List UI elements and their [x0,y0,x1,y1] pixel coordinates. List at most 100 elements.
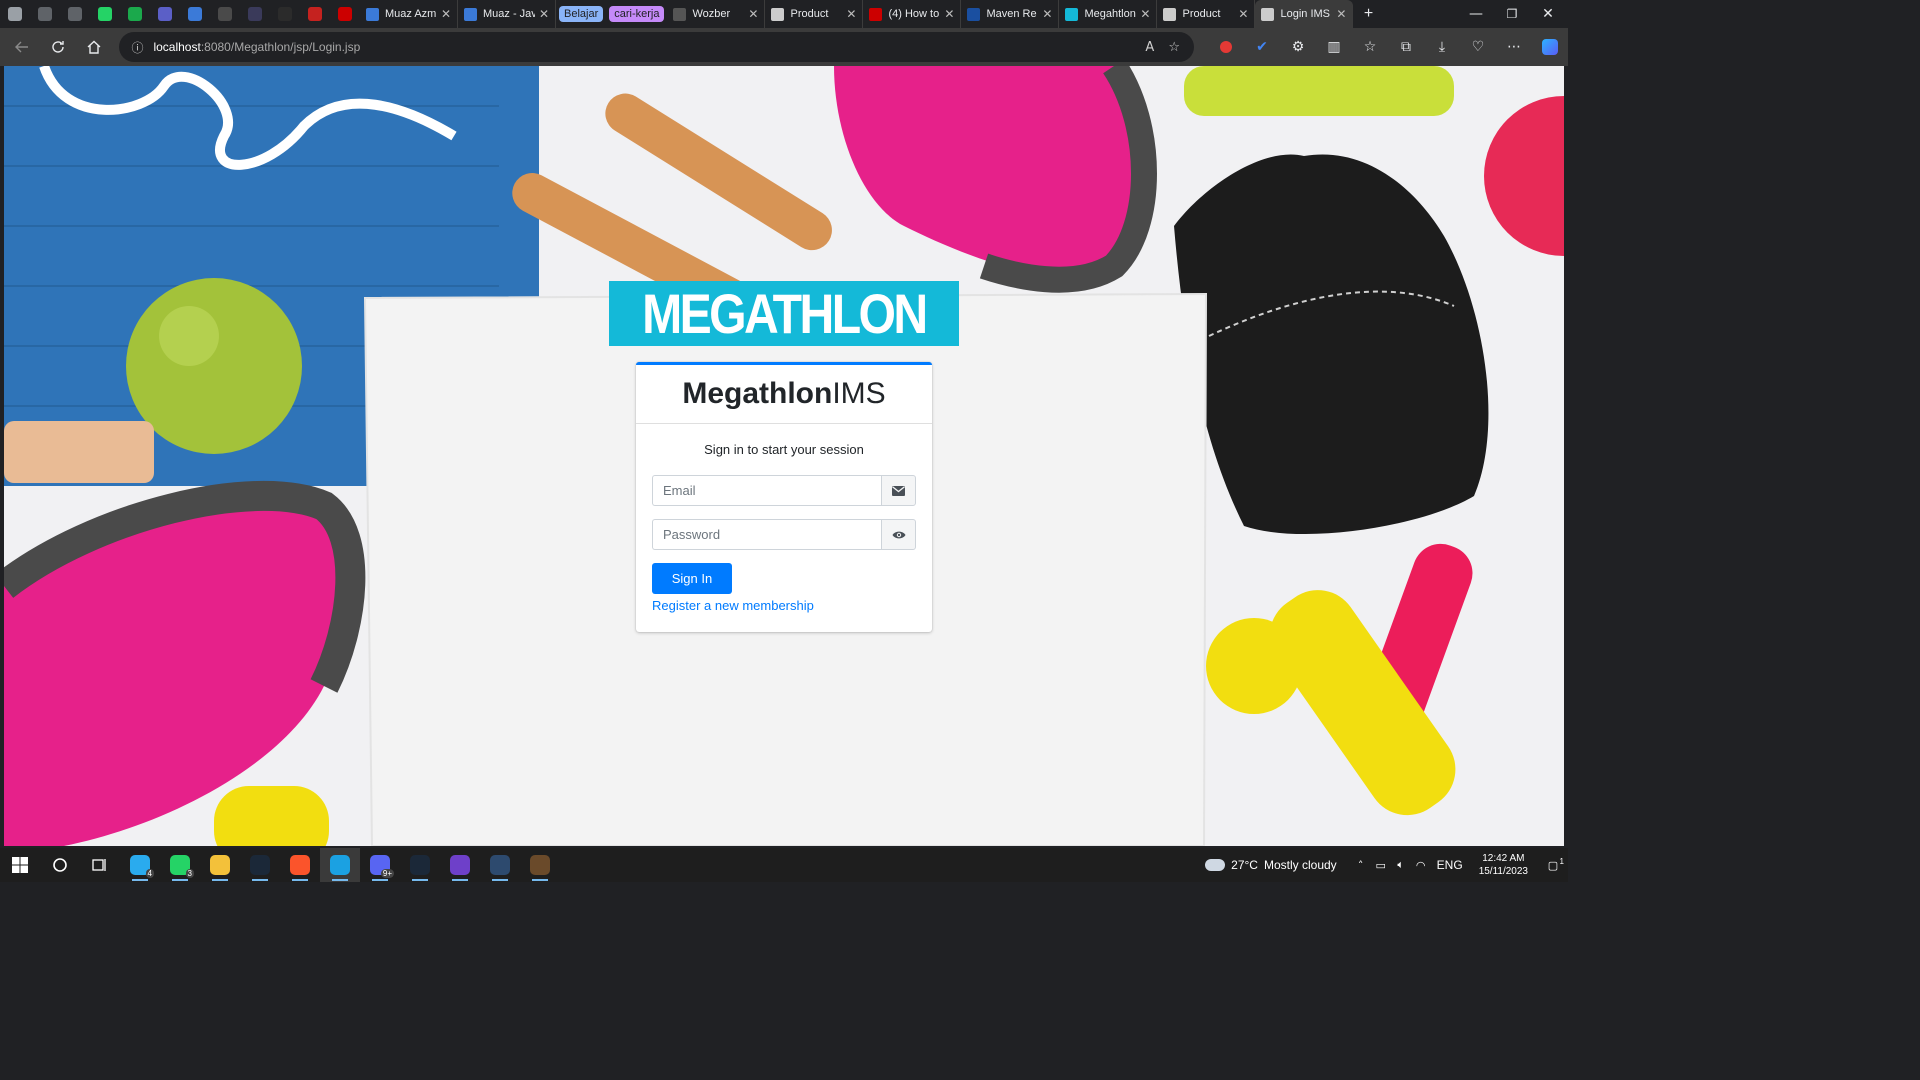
pinned-tab[interactable] [120,0,150,28]
tab-login-ims[interactable]: Login IMS ✕ [1255,0,1354,28]
browser-tab[interactable]: Product ✕ [1157,0,1256,28]
browser-tab[interactable]: Muaz Azm ✕ [360,0,458,28]
tab-label: Wozber [692,8,731,20]
tab-label: Muaz Azm [385,8,437,20]
close-tab-icon[interactable]: ✕ [1042,7,1052,21]
favorites-icon[interactable]: ☆ [1352,31,1388,63]
more-menu-icon[interactable]: ⋯ [1496,31,1532,63]
site-info-icon[interactable]: ⓘ [131,39,143,56]
close-tab-icon[interactable]: ✕ [748,7,758,21]
pinned-tab[interactable] [330,0,360,28]
minimize-button[interactable]: — [1456,0,1496,28]
sign-in-button[interactable]: Sign In [652,563,732,594]
close-tab-icon[interactable]: ✕ [944,7,954,21]
taskbar-app-button[interactable] [280,848,320,882]
pinned-tab[interactable] [150,0,180,28]
browser-tab[interactable]: Muaz - Jav ✕ [458,0,556,28]
whatsapp-icon [98,7,112,21]
copilot-icon[interactable] [1532,31,1568,63]
taskbar-app-button[interactable] [240,848,280,882]
taskbar-app-button[interactable]: 9+ [360,848,400,882]
tab-list: Wozber ✕ Product ✕ (4) How to ✕ Maven Re ✕ Megah… [667,0,1256,28]
app-icon [218,7,232,21]
pinned-tab[interactable] [270,0,300,28]
pinned-tab[interactable] [30,0,60,28]
notification-center-button[interactable]: ▢ 1 [1538,857,1568,872]
refresh-button[interactable] [40,31,76,63]
address-bar[interactable]: ⓘ localhost:8080/Megathlon/jsp/Login.jsp… [119,32,1194,62]
megathlon-logo: MEGATHLON [609,281,959,346]
search-button[interactable] [40,848,80,882]
performance-icon[interactable]: ♡ [1460,31,1496,63]
weather-widget[interactable]: 27°C Mostly cloudy [1205,858,1337,872]
github-desktop-icon [450,855,470,875]
close-tab-icon[interactable]: ✕ [539,7,549,21]
chevron-up-icon[interactable]: ˄ [1351,859,1371,872]
extension-red-icon[interactable] [1208,31,1244,63]
page-icon [1261,7,1275,21]
taskbar-app-button[interactable] [200,848,240,882]
tab-actions-icon [68,7,82,21]
profile-icon [8,7,22,21]
browser-tab[interactable]: Maven Re ✕ [961,0,1060,28]
pinned-tab[interactable] [90,0,120,28]
task-view-icon [92,859,106,871]
page-viewport: MEGATHLON Megathlon IMS Sign in to start … [4,66,1564,846]
pinned-tab[interactable] [180,0,210,28]
close-tab-icon[interactable]: ✕ [846,7,856,21]
pinned-tab[interactable] [300,0,330,28]
password-field[interactable] [652,519,881,550]
tab-group-cari-kerja[interactable]: cari-kerja [609,6,665,22]
close-tab-icon[interactable]: ✕ [1336,7,1346,21]
pinned-tab[interactable] [60,0,90,28]
pinned-tab[interactable] [210,0,240,28]
browser-tab[interactable]: Megahtlon ✕ [1059,0,1158,28]
task-view-button[interactable] [80,848,120,882]
close-tab-icon[interactable]: ✕ [1238,7,1248,21]
taskbar-app-button[interactable] [440,848,480,882]
collections-icon[interactable]: ⧉ [1388,31,1424,63]
wifi-icon[interactable]: ◠ [1411,859,1431,872]
email-field[interactable] [652,475,881,506]
close-window-button[interactable]: ✕ [1528,0,1568,28]
taskbar-app-button[interactable] [520,848,560,882]
favorite-star-icon[interactable]: ☆ [1168,40,1180,55]
browser-tab[interactable]: Wozber ✕ [667,0,766,28]
taskbar-app-button[interactable] [320,848,360,882]
volume-icon[interactable]: 🔈︎ [1391,858,1411,872]
read-aloud-icon[interactable]: A [1145,40,1154,55]
taskbar-app-button[interactable]: 3 [160,848,200,882]
taskbar-app-button[interactable] [400,848,440,882]
pinned-tab[interactable] [240,0,270,28]
show-password-eye-icon[interactable] [881,519,916,550]
taskbar-app-button[interactable] [480,848,520,882]
home-button[interactable] [76,31,112,63]
login-card: Megathlon IMS Sign in to start your sessi… [636,362,932,632]
restore-button[interactable]: ❐ [1492,0,1532,28]
url-host: localhost [153,40,201,54]
tab-label: (4) How to [888,8,940,20]
close-tab-icon[interactable]: ✕ [441,7,451,21]
new-tab-button[interactable]: + [1353,0,1383,28]
url-path: :8080/Megathlon/jsp/Login.jsp [200,40,361,54]
split-screen-icon[interactable]: ▥ [1316,31,1352,63]
extension-check-icon[interactable]: ✔ [1244,31,1280,63]
app-icon [490,855,510,875]
pinned-tab[interactable] [0,0,30,28]
login-card-header: Megathlon IMS [636,365,932,424]
cloudy-weather-icon [1205,859,1226,871]
register-membership-link[interactable]: Register a new membership [652,598,814,613]
taskbar-app-button[interactable]: 4 [120,848,160,882]
close-tab-icon[interactable]: ✕ [1140,7,1150,21]
app-icon [128,7,142,21]
downloads-icon[interactable]: ⤓ [1424,31,1460,63]
start-button[interactable] [0,848,40,882]
clock[interactable]: 12:42 AM 15/11/2023 [1479,852,1528,878]
tab-group-belajar[interactable]: Belajar [559,6,604,22]
battery-icon[interactable]: ▭ [1371,859,1391,872]
browser-tab[interactable]: Product ✕ [765,0,864,28]
language-indicator[interactable]: ENG [1437,858,1463,872]
browser-tab[interactable]: (4) How to ✕ [863,0,962,28]
extensions-icon[interactable]: ⚙ [1280,31,1316,63]
back-button[interactable] [4,31,40,63]
